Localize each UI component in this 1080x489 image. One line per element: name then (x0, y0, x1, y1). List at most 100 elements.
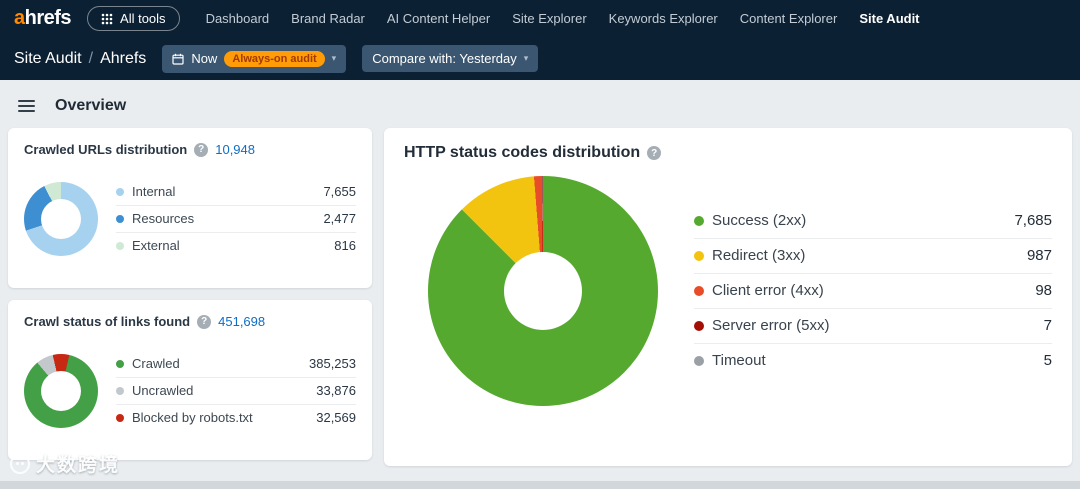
http-status-legend: Success (2xx) 7,685 Redirect (3xx) 987 C… (694, 204, 1052, 378)
question-circle-icon[interactable]: ? (647, 146, 661, 160)
question-circle-icon[interactable]: ? (194, 143, 208, 157)
legend-row-client-error[interactable]: Client error (4xx) 98 (694, 274, 1052, 309)
crawl-status-donut-chart[interactable] (24, 354, 98, 428)
crawl-status-card: Crawl status of links found ? 451,698 Cr… (8, 300, 372, 460)
page-title: Overview (55, 97, 126, 115)
chevron-down-icon: ▾ (332, 53, 337, 64)
question-circle-icon[interactable]: ? (197, 315, 211, 329)
crawl-status-chart-row: Crawled 385,253 Uncrawled 33,876 Blocked… (24, 351, 356, 431)
nav-item-content-explorer[interactable]: Content Explorer (740, 11, 838, 26)
legend-dot (116, 242, 124, 250)
legend-dot (694, 321, 704, 331)
nav-item-keywords-explorer[interactable]: Keywords Explorer (609, 11, 718, 26)
crawl-status-legend: Crawled 385,253 Uncrawled 33,876 Blocked… (116, 351, 356, 431)
crawled-urls-title-row: Crawled URLs distribution ? 10,948 (24, 142, 356, 157)
app-header: ahrefs All tools Dashboard Brand Radar A… (0, 0, 1080, 80)
legend-label: External (132, 238, 180, 253)
compare-label: Compare with: Yesterday (372, 51, 517, 66)
main-nav: Dashboard Brand Radar AI Content Helper … (206, 11, 920, 26)
legend-label: Timeout (712, 352, 766, 369)
crawled-urls-donut-chart[interactable] (24, 182, 98, 256)
legend-row-blocked[interactable]: Blocked by robots.txt 32,569 (116, 405, 356, 431)
crawled-urls-legend: Internal 7,655 Resources 2,477 External … (116, 179, 356, 259)
watermark-text: 大数跨境 (36, 450, 120, 477)
calendar-icon (172, 53, 184, 65)
legend-value: 385,253 (309, 356, 356, 371)
legend-row-internal[interactable]: Internal 7,655 (116, 179, 356, 206)
legend-row-server-error[interactable]: Server error (5xx) 7 (694, 309, 1052, 344)
breadcrumb-project[interactable]: Ahrefs (100, 50, 146, 68)
http-status-card: HTTP status codes distribution ? Success… (384, 128, 1072, 466)
legend-row-resources[interactable]: Resources 2,477 (116, 206, 356, 233)
legend-row-timeout[interactable]: Timeout 5 (694, 344, 1052, 378)
legend-label: Redirect (3xx) (712, 247, 805, 264)
legend-label: Resources (132, 211, 194, 226)
legend-value: 987 (1027, 247, 1052, 264)
legend-row-redirect[interactable]: Redirect (3xx) 987 (694, 239, 1052, 274)
dashboard-cards: Crawled URLs distribution ? 10,948 Inter… (0, 128, 1080, 466)
card-title: Crawl status of links found (24, 314, 190, 329)
legend-dot (116, 414, 124, 422)
menu-icon[interactable] (18, 100, 35, 112)
legend-label: Crawled (132, 356, 180, 371)
nav-item-brand-radar[interactable]: Brand Radar (291, 11, 365, 26)
chevron-down-icon: ▾ (524, 53, 529, 64)
legend-dot (116, 188, 124, 196)
legend-dot (694, 356, 704, 366)
legend-label: Server error (5xx) (712, 317, 830, 334)
card-title: HTTP status codes distribution (404, 144, 640, 162)
legend-label: Success (2xx) (712, 212, 806, 229)
nav-item-dashboard[interactable]: Dashboard (206, 11, 270, 26)
page-header: Overview (0, 80, 1080, 128)
top-navigation: ahrefs All tools Dashboard Brand Radar A… (0, 0, 1080, 37)
crawled-urls-chart-row: Internal 7,655 Resources 2,477 External … (24, 179, 356, 259)
legend-dot (116, 215, 124, 223)
breadcrumb: Site Audit / Ahrefs (14, 50, 146, 68)
legend-value: 7,685 (1014, 212, 1052, 229)
http-status-donut-chart[interactable] (428, 176, 658, 406)
legend-dot (694, 251, 704, 261)
crawl-status-title-row: Crawl status of links found ? 451,698 (24, 314, 356, 329)
crawled-urls-card: Crawled URLs distribution ? 10,948 Inter… (8, 128, 372, 288)
legend-value: 5 (1044, 352, 1052, 369)
ahrefs-logo[interactable]: ahrefs (14, 7, 71, 30)
legend-row-crawled[interactable]: Crawled 385,253 (116, 351, 356, 378)
legend-label: Client error (4xx) (712, 282, 824, 299)
compare-with-selector[interactable]: Compare with: Yesterday ▾ (362, 45, 538, 72)
always-on-audit-badge: Always-on audit (224, 51, 324, 67)
legend-label: Internal (132, 184, 175, 199)
nav-item-ai-content-helper[interactable]: AI Content Helper (387, 11, 490, 26)
legend-value: 98 (1035, 282, 1052, 299)
breadcrumb-separator: / (89, 50, 93, 68)
sub-navigation: Site Audit / Ahrefs Now Always-on audit … (0, 37, 1080, 80)
legend-value: 32,569 (316, 410, 356, 425)
legend-row-external[interactable]: External 816 (116, 233, 356, 259)
left-column: Crawled URLs distribution ? 10,948 Inter… (8, 128, 372, 460)
horizontal-scrollbar[interactable] (0, 481, 1080, 489)
legend-value: 7 (1044, 317, 1052, 334)
legend-dot (116, 387, 124, 395)
legend-label: Blocked by robots.txt (132, 410, 253, 425)
watermark-logo-icon (10, 454, 30, 474)
legend-row-uncrawled[interactable]: Uncrawled 33,876 (116, 378, 356, 405)
crawl-status-total-link[interactable]: 451,698 (218, 314, 265, 329)
nav-item-site-explorer[interactable]: Site Explorer (512, 11, 586, 26)
logo-rest: hrefs (25, 7, 71, 29)
crawled-urls-total-link[interactable]: 10,948 (215, 142, 255, 157)
legend-label: Uncrawled (132, 383, 193, 398)
legend-value: 816 (334, 238, 356, 253)
breadcrumb-section[interactable]: Site Audit (14, 50, 82, 68)
legend-value: 2,477 (323, 211, 356, 226)
logo-prefix: a (14, 7, 25, 29)
legend-row-success[interactable]: Success (2xx) 7,685 (694, 204, 1052, 239)
nav-item-site-audit[interactable]: Site Audit (859, 11, 919, 26)
all-tools-button[interactable]: All tools (87, 6, 180, 31)
legend-dot (116, 360, 124, 368)
watermark: 大数跨境 (10, 450, 120, 477)
all-tools-label: All tools (120, 11, 166, 26)
audit-date-selector[interactable]: Now Always-on audit ▾ (162, 45, 346, 73)
legend-value: 7,655 (323, 184, 356, 199)
grid-icon (101, 13, 113, 25)
legend-dot (694, 286, 704, 296)
card-title: Crawled URLs distribution (24, 142, 187, 157)
